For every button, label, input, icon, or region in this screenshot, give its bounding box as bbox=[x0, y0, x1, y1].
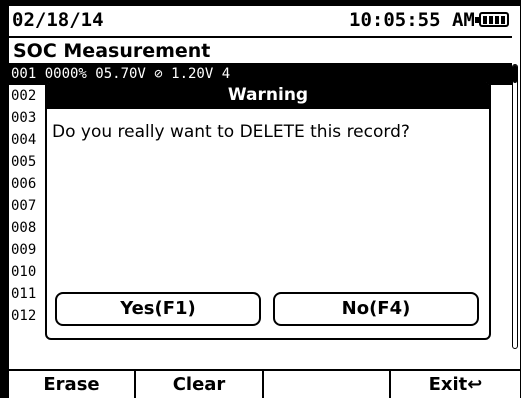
device-screen: 02/18/14 10:05:55 AM SOC Measurement 001… bbox=[9, 6, 520, 398]
exit-softkey[interactable]: Exit↩ bbox=[391, 371, 520, 398]
list-scrollbar[interactable] bbox=[512, 64, 518, 349]
yes-button[interactable]: Yes(F1) bbox=[55, 292, 261, 326]
erase-softkey[interactable]: Erase bbox=[9, 371, 136, 398]
page-title: SOC Measurement bbox=[13, 40, 211, 62]
no-button[interactable]: No(F4) bbox=[273, 292, 479, 326]
softkey-bar: Erase Clear Exit↩ bbox=[9, 369, 520, 398]
warning-dialog: Warning Do you really want to DELETE thi… bbox=[45, 80, 491, 340]
scrollbar-thumb[interactable] bbox=[513, 65, 517, 83]
blank-softkey[interactable] bbox=[264, 371, 391, 398]
status-bar: 02/18/14 10:05:55 AM bbox=[9, 6, 512, 38]
status-time: 10:05:55 AM bbox=[349, 9, 475, 31]
dialog-title: Warning bbox=[47, 82, 489, 109]
clear-softkey[interactable]: Clear bbox=[136, 371, 264, 398]
status-date: 02/18/14 bbox=[12, 9, 104, 31]
dialog-message: Do you really want to DELETE this record… bbox=[52, 122, 410, 142]
battery-full-icon bbox=[475, 12, 509, 27]
